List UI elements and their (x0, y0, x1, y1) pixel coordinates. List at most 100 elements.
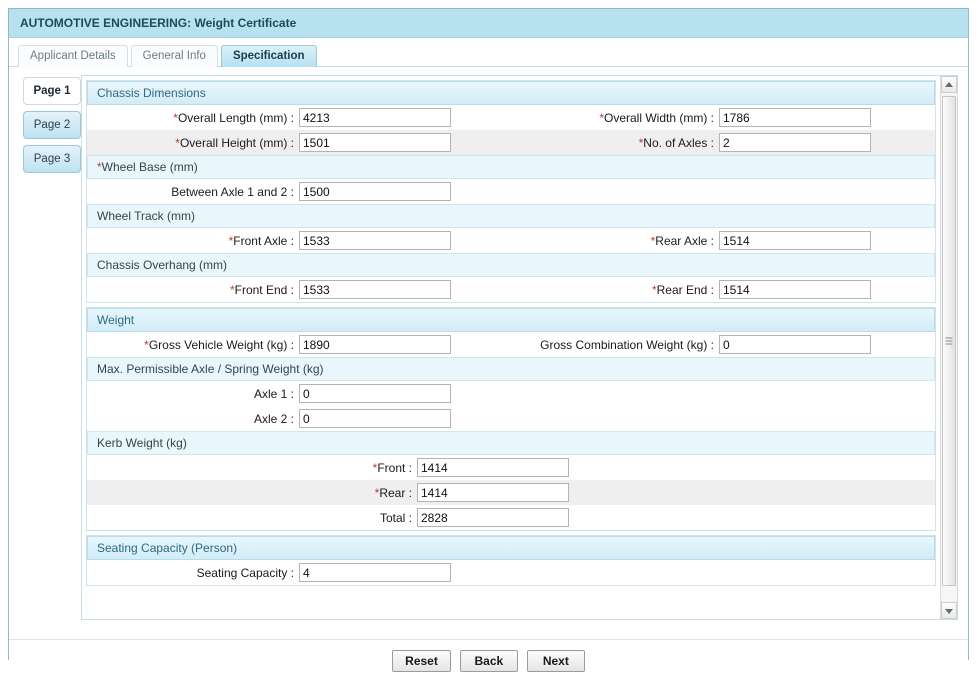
input-gross-vehicle-weight[interactable] (299, 335, 451, 354)
scroll-up-button[interactable] (941, 76, 957, 93)
input-between-axle-1-and-2[interactable] (299, 182, 451, 201)
field-group-rear-axle: *Rear Axle : (511, 231, 935, 250)
field-group-kerb-total: Total : (87, 508, 935, 527)
form-row-axle-2: Axle 2 : (87, 406, 935, 431)
input-overall-height[interactable] (299, 133, 451, 152)
label-front-axle: *Front Axle : (228, 233, 294, 248)
form-row-overall-height-axles: *Overall Height (mm) : *No. of Axles : (87, 130, 935, 155)
label-overall-length: *Overall Length (mm) : (173, 110, 294, 125)
page-tab-label: Page 1 (33, 85, 71, 97)
application-window: AUTOMOTIVE ENGINEERING: Weight Certifica… (8, 8, 969, 681)
form-action-bar: Reset Back Next (9, 639, 968, 681)
section-heading-label: Chassis Dimensions (97, 86, 206, 100)
page-tab-label: Page 2 (33, 119, 71, 131)
input-rear-axle[interactable] (719, 231, 871, 250)
content-area: Page 1 Page 2 Page 3 Chassis Dimensions (9, 67, 968, 639)
input-gross-combination-weight[interactable] (719, 335, 871, 354)
field-group-kerb-rear: *Rear : (87, 483, 935, 502)
field-group-seating-capacity: Seating Capacity : (87, 563, 935, 582)
form-row-overhang-ends: *Front End : *Rear End : (87, 277, 935, 302)
subsection-heading-chassis-overhang: Chassis Overhang (mm) (87, 253, 935, 277)
label-overall-width: *Overall Width (mm) : (599, 110, 714, 125)
subsection-heading-label: *Wheel Base (mm) (97, 160, 198, 174)
field-group-between-axle: Between Axle 1 and 2 : (87, 182, 511, 201)
label-no-of-axles: *No. of Axles : (638, 135, 714, 150)
label-front-end: *Front End : (229, 282, 294, 297)
tab-applicant-details[interactable]: Applicant Details (18, 45, 128, 67)
field-group-axle-2: Axle 2 : (87, 409, 511, 428)
input-overall-length[interactable] (299, 108, 451, 127)
tab-label: Specification (232, 50, 305, 62)
label-kerb-rear: *Rear : (374, 485, 412, 500)
subsection-heading-kerb-weight: Kerb Weight (kg) (87, 431, 935, 455)
label-kerb-total: Total : (379, 510, 412, 525)
scrollbar-track[interactable] (941, 93, 957, 602)
field-group-kerb-front: *Front : (87, 458, 935, 477)
subsection-heading-label: Max. Permissible Axle / Spring Weight (k… (97, 362, 324, 376)
tab-general-info[interactable]: General Info (130, 45, 218, 67)
scroll-down-button[interactable] (941, 602, 957, 619)
subsection-heading-label: Chassis Overhang (mm) (97, 258, 228, 272)
input-rear-end[interactable] (719, 280, 871, 299)
label-kerb-front: *Front : (372, 460, 412, 475)
input-kerb-total[interactable] (417, 508, 569, 527)
input-overall-width[interactable] (719, 108, 871, 127)
subsection-heading-wheel-track: Wheel Track (mm) (87, 204, 935, 228)
label-rear-end: *Rear End : (651, 282, 714, 297)
page-tab-page-2[interactable]: Page 2 (23, 111, 81, 139)
field-group-overall-length: *Overall Length (mm) : (87, 108, 511, 127)
scrollbar-thumb[interactable] (942, 96, 956, 586)
label-overall-height: *Overall Height (mm) : (175, 135, 294, 150)
input-front-end[interactable] (299, 280, 451, 299)
field-group-overall-width: *Overall Width (mm) : (511, 108, 935, 127)
form-row-kerb-rear: *Rear : (87, 480, 935, 505)
section-heading-weight: Weight (87, 308, 935, 332)
page-title: AUTOMOTIVE ENGINEERING: Weight Certifica… (20, 16, 297, 30)
triangle-up-icon (945, 81, 953, 87)
main-tab-strip: Applicant Details General Info Specifica… (9, 38, 968, 67)
field-group-axle-1: Axle 1 : (87, 384, 511, 403)
field-group-front-axle: *Front Axle : (87, 231, 511, 250)
label-between-axle-1-and-2: Between Axle 1 and 2 : (171, 184, 294, 199)
form-row-gross-weights: *Gross Vehicle Weight (kg) : Gross Combi… (87, 332, 935, 357)
field-group-gross-vehicle-weight: *Gross Vehicle Weight (kg) : (87, 335, 511, 354)
form-row-seating-capacity: Seating Capacity : (87, 560, 935, 585)
field-group-front-end: *Front End : (87, 280, 511, 299)
page-tab-label: Page 3 (33, 153, 71, 165)
form-row-overall-length-width: *Overall Length (mm) : *Overall Width (m… (87, 105, 935, 130)
page-tab-page-3[interactable]: Page 3 (23, 145, 81, 173)
form-row-between-axle: Between Axle 1 and 2 : (87, 179, 935, 204)
label-gross-vehicle-weight: *Gross Vehicle Weight (kg) : (144, 337, 294, 352)
subsection-heading-label: Kerb Weight (kg) (97, 436, 187, 450)
input-seating-capacity[interactable] (299, 563, 451, 582)
subsection-heading-label: Wheel Track (mm) (97, 209, 196, 223)
section-chassis-dimensions: Chassis Dimensions *Overall Length (mm) … (86, 80, 936, 303)
form-vertical-scrollbar[interactable] (940, 76, 957, 619)
section-weight: Weight *Gross Vehicle Weight (kg) : Gros… (86, 307, 936, 531)
section-heading-seating-capacity: Seating Capacity (Person) (87, 536, 935, 560)
subsection-heading-max-permissible-axle-weight: Max. Permissible Axle / Spring Weight (k… (87, 357, 935, 381)
input-kerb-rear[interactable] (417, 483, 569, 502)
input-kerb-front[interactable] (417, 458, 569, 477)
label-axle-1: Axle 1 : (253, 386, 294, 401)
label-axle-2: Axle 2 : (253, 411, 294, 426)
field-group-gross-combination-weight: Gross Combination Weight (kg) : (511, 335, 935, 354)
tab-label: General Info (142, 50, 206, 62)
tab-specification[interactable]: Specification (220, 45, 317, 67)
form-row-kerb-total: Total : (87, 505, 935, 530)
back-button[interactable]: Back (459, 649, 518, 672)
triangle-down-icon (945, 608, 953, 614)
specification-form-panel: Chassis Dimensions *Overall Length (mm) … (81, 75, 958, 620)
label-gross-combination-weight: Gross Combination Weight (kg) : (540, 337, 714, 352)
tab-label: Applicant Details (30, 50, 116, 62)
next-button[interactable]: Next (526, 649, 585, 672)
page-tab-page-1[interactable]: Page 1 (23, 77, 81, 105)
field-group-rear-end: *Rear End : (511, 280, 935, 299)
section-seating-capacity: Seating Capacity (Person) Seating Capaci… (86, 535, 936, 586)
input-no-of-axles[interactable] (719, 133, 871, 152)
input-axle-2[interactable] (299, 409, 451, 428)
input-axle-1[interactable] (299, 384, 451, 403)
window-title-bar: AUTOMOTIVE ENGINEERING: Weight Certifica… (9, 9, 968, 38)
input-front-axle[interactable] (299, 231, 451, 250)
reset-button[interactable]: Reset (392, 649, 451, 672)
